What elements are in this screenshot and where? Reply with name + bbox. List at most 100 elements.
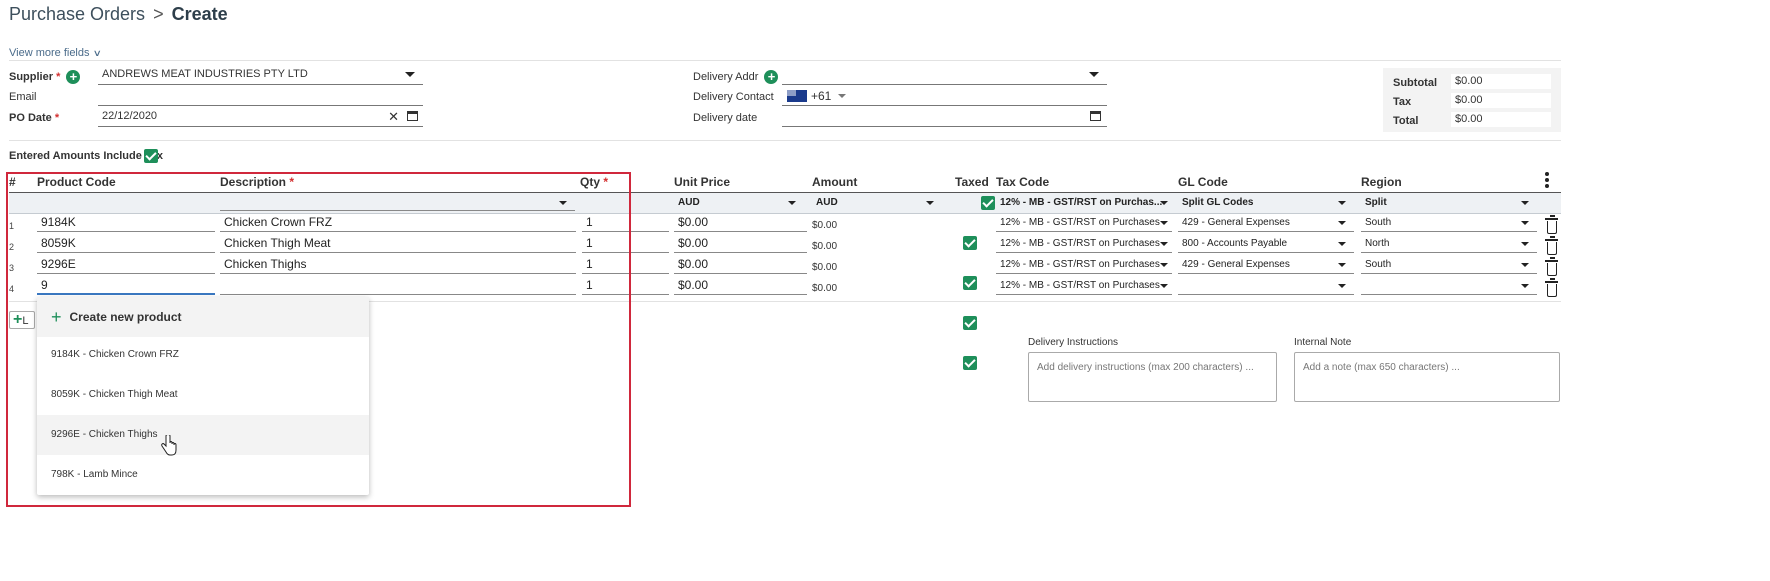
delete-row-icon[interactable] [1545,236,1558,255]
tax-code-value: 12% - MB - GST/RST on Purchases [1000,238,1160,249]
region-select[interactable]: North [1361,235,1537,253]
chevron-down-icon [1521,284,1529,288]
chevron-down-icon [1521,263,1529,267]
region-value: South [1365,217,1392,228]
chevron-down-icon [1160,221,1168,225]
gl-code-value: 429 - General Expenses [1182,217,1290,228]
divider [9,140,1561,141]
region-default-select[interactable]: Split [1361,195,1537,211]
table-row: 1 9184K Chicken Crown FRZ 1 $0.00 $0.00 … [0,19,1770,250]
supplier-value: ANDREWS MEAT INDUSTRIES PTY LTD [102,68,308,80]
tax-code-value: 12% - MB - GST/RST on Purchases [1000,280,1160,291]
delivery-addr-label-text: Delivery Addr [693,70,759,83]
required-mark: * [54,112,60,124]
col-unit-price: Unit Price [674,175,731,189]
unit-price-input[interactable]: $0.00 [674,256,807,274]
clear-icon[interactable]: ✕ [388,109,399,125]
delete-row-icon[interactable] [1545,278,1558,297]
gl-code-select[interactable]: 429 - General Expenses [1178,214,1354,232]
po-date-field[interactable]: 22/12/2020 ✕ [98,107,423,127]
region-select[interactable]: South [1361,214,1537,232]
delete-row-icon[interactable] [1545,215,1558,234]
gl-code-default-select[interactable]: Split GL Codes [1178,195,1354,211]
gl-code-value: 800 - Accounts Payable [1182,238,1288,249]
supplier-label: Supplier * + [9,70,81,84]
chevron-down-icon [926,201,934,205]
unit-price-currency-select[interactable]: AUD [674,195,804,211]
currency-value: AUD [678,197,700,208]
chevron-down-icon [788,201,796,205]
tax-code-select[interactable]: 12% - MB - GST/RST on Purchases [996,256,1172,274]
taxed-checkbox[interactable] [963,356,977,370]
taxed-default-checkbox[interactable] [981,196,996,210]
delivery-addr-label: Delivery Addr + [693,70,779,84]
taxed-checkbox[interactable] [963,236,977,250]
phone-code: +61 [811,89,832,103]
delivery-date-label: Delivery date [693,112,758,124]
unit-price-input[interactable]: $0.00 [674,214,807,232]
tax-code-select[interactable]: 12% - MB - GST/RST on Purchases [996,235,1172,253]
internal-note-input[interactable]: Add a note (max 650 characters) ... [1294,352,1560,402]
delivery-contact-field[interactable]: +61 [782,86,1107,106]
unit-price-input[interactable]: $0.00 [674,277,807,295]
gl-code-select[interactable]: 429 - General Expenses [1178,256,1354,274]
delivery-instructions-label: Delivery Instructions [1028,337,1119,348]
unit-price-input[interactable]: $0.00 [674,235,807,253]
tax-code-value: 12% - MB - GST/RST on Purchases [1000,259,1160,270]
taxed-checkbox[interactable] [963,276,977,290]
calendar-icon[interactable] [407,111,418,121]
totals-panel: Subtotal $0.00 Tax $0.00 Total $0.00 [1383,68,1561,132]
amount-value: $0.00 [812,220,838,231]
gl-code-select[interactable] [1178,277,1354,295]
gl-code-select[interactable]: 800 - Accounts Payable [1178,235,1354,253]
tax-code-select[interactable]: 12% - MB - GST/RST on Purchases [996,214,1172,232]
delivery-instructions-input[interactable]: Add delivery instructions (max 200 chara… [1028,352,1277,402]
region-select[interactable]: South [1361,256,1537,274]
chevron-down-icon [1338,263,1346,267]
total-label: Total [1393,115,1419,127]
chevron-down-icon [1160,242,1168,246]
table-row: 2 8059K Chicken Thigh Meat 1 $0.00 $0.00… [0,38,1770,290]
view-more-fields-link[interactable]: View more fields ∨ [9,47,102,59]
tax-code-select[interactable]: 12% - MB - GST/RST on Purchases [996,277,1172,295]
amount-currency-select[interactable]: AUD [812,195,942,211]
entered-amounts-checkbox[interactable] [144,149,158,163]
view-more-label: View more fields [9,47,90,59]
delete-row-icon[interactable] [1545,257,1558,276]
email-field[interactable] [98,86,423,106]
delivery-addr-select[interactable] [782,65,1107,85]
internal-note-label: Internal Note [1294,337,1352,348]
amount-value: $0.00 [812,241,838,252]
chevron-down-icon [405,72,415,77]
add-address-plus-icon[interactable]: + [764,70,779,84]
region-value: North [1365,238,1390,249]
tax-code-default-value: 12% - MB - GST/RST on Purchas... [1000,197,1163,208]
delivery-date-field[interactable] [782,107,1107,127]
gl-code-default-value: Split GL Codes [1182,197,1254,208]
subtotal-value: $0.00 [1451,74,1551,89]
chevron-down-icon: ∨ [92,48,102,58]
chevron-down-icon [1521,242,1529,246]
flag-union-icon [787,90,796,96]
supplier-label-text: Supplier [9,70,54,83]
supplier-select[interactable]: ANDREWS MEAT INDUSTRIES PTY LTD [98,65,423,85]
chevron-down-icon [1160,284,1168,288]
col-taxed: Taxed [955,175,989,189]
chevron-down-icon [1089,72,1099,77]
email-label: Email [9,91,37,103]
divider [9,60,1561,61]
tax-label: Tax [1393,96,1412,108]
more-options-icon[interactable] [1545,172,1549,190]
breadcrumb-parent[interactable]: Purchase Orders [9,4,145,24]
chevron-down-icon [1338,221,1346,225]
country-dropdown-icon[interactable] [838,94,846,98]
po-date-value: 22/12/2020 [102,110,158,122]
tax-value: $0.00 [1451,93,1551,108]
add-supplier-plus-icon[interactable]: + [66,70,81,84]
calendar-icon[interactable] [1090,111,1101,121]
tax-code-default-select[interactable]: 12% - MB - GST/RST on Purchas... [996,195,1172,211]
region-select[interactable] [1361,277,1537,295]
breadcrumb-separator-icon: > [153,4,164,24]
taxed-checkbox[interactable] [963,316,977,330]
total-value: $0.00 [1451,112,1551,127]
